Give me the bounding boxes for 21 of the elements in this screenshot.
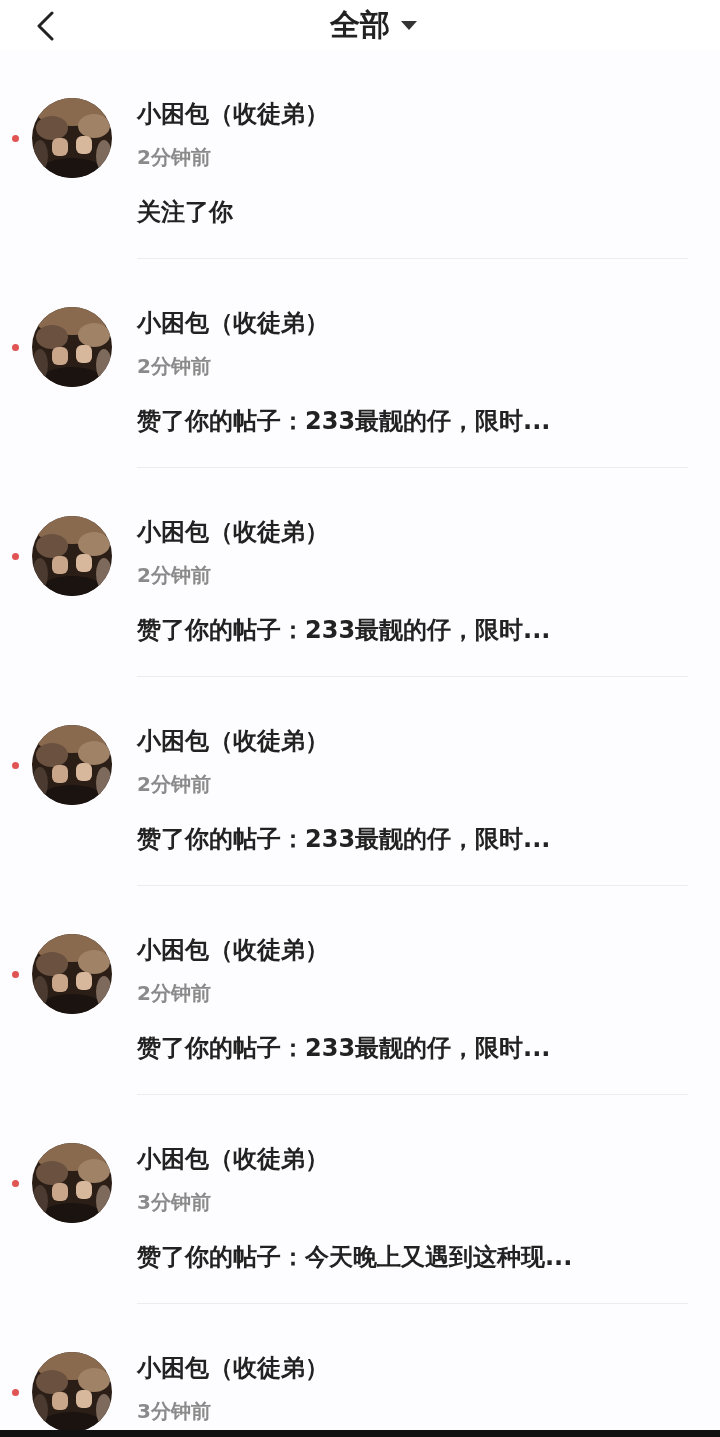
user-name: 小困包（收徒弟） [137, 726, 330, 757]
timestamp: 2分钟前 [137, 144, 212, 171]
user-name: 小困包（收徒弟） [137, 1144, 330, 1175]
timestamp: 3分钟前 [137, 1189, 212, 1216]
user-name: 小困包（收徒弟） [137, 517, 330, 548]
user-name: 小困包（收徒弟） [137, 99, 330, 130]
notification-text: 关注了你 [137, 197, 234, 228]
timestamp: 2分钟前 [137, 353, 212, 380]
notification-text: 赞了你的帖子：233最靓的仔，限时... [137, 1033, 552, 1064]
timestamp: 2分钟前 [137, 771, 212, 798]
notification-text: 赞了你的帖子：233最靓的仔，限时... [137, 406, 552, 437]
timestamp: 2分钟前 [137, 562, 212, 589]
notification-text: 赞了你的帖子：233最靓的仔，限时... [137, 824, 552, 855]
user-name: 小困包（收徒弟） [137, 1353, 330, 1384]
filter-dropdown[interactable]: 全部 [330, 4, 418, 46]
timestamp: 2分钟前 [137, 980, 212, 1007]
notification-text: 赞了你的帖子：233最靓的仔，限时... [137, 615, 552, 646]
user-name: 小困包（收徒弟） [137, 308, 330, 339]
timestamp: 3分钟前 [137, 1398, 212, 1425]
notification-text: 赞了你的帖子：今天晚上又遇到这种现... [137, 1242, 574, 1273]
user-name: 小困包（收徒弟） [137, 935, 330, 966]
